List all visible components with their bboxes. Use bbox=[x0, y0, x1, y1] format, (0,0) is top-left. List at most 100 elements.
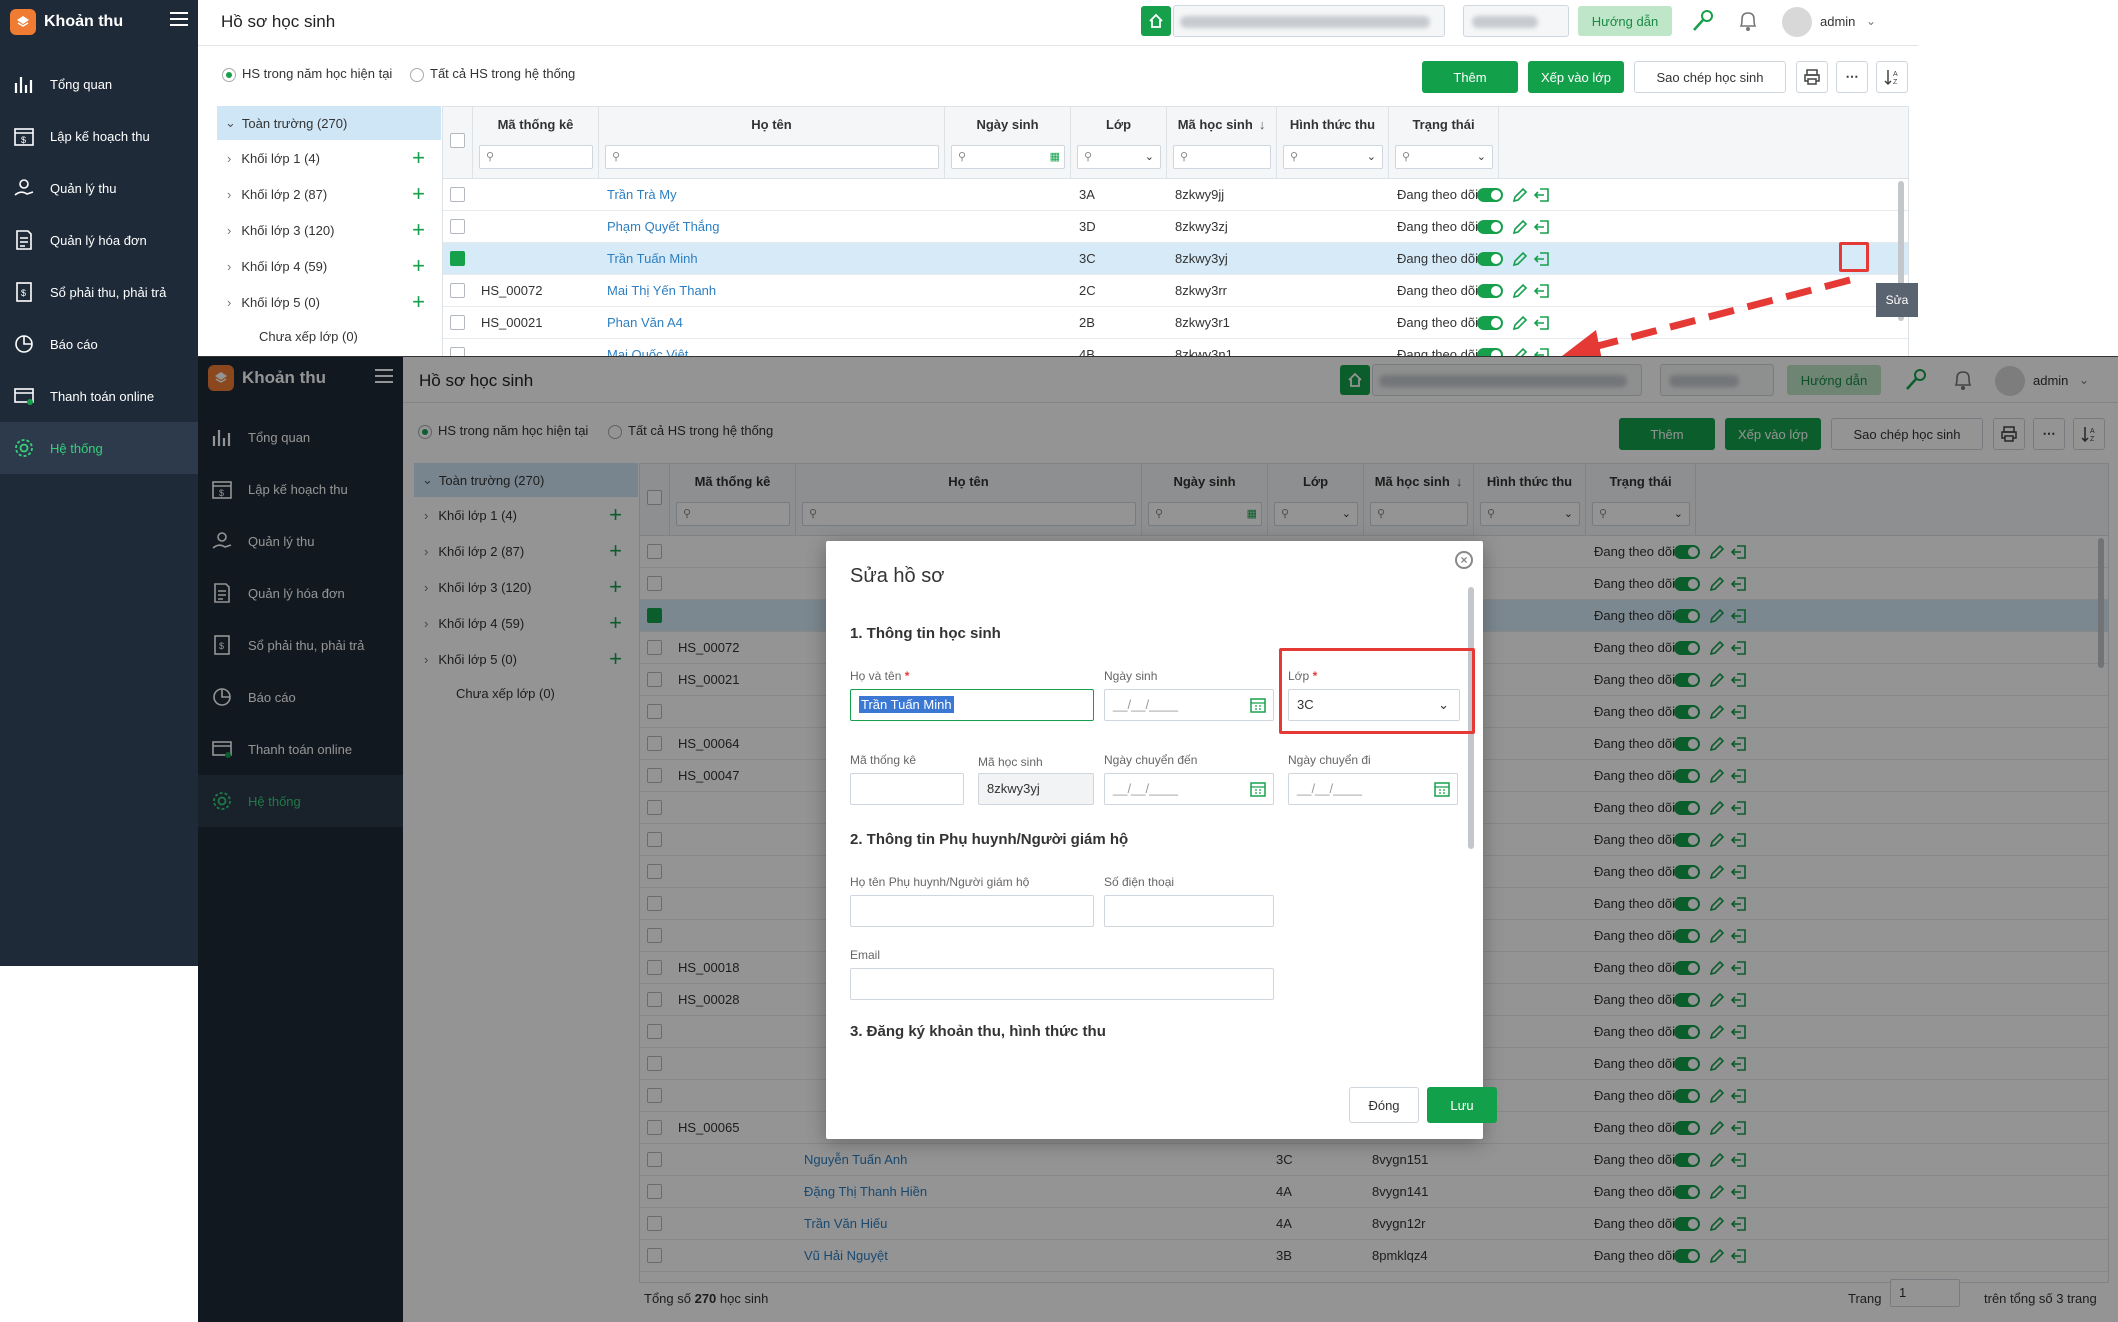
column-filter[interactable]: ⚲ ⌄ bbox=[1395, 145, 1493, 169]
tree-node[interactable]: › Khối lớp 5 (0) + bbox=[217, 284, 441, 320]
transfer-out-icon[interactable] bbox=[1533, 282, 1551, 300]
tree-unassigned[interactable]: Chưa xếp lớp (0) bbox=[217, 320, 441, 352]
full-name-input[interactable]: Trần Tuấn Minh bbox=[850, 689, 1094, 721]
edit-icon[interactable] bbox=[1511, 282, 1529, 300]
status-toggle[interactable] bbox=[1477, 316, 1503, 330]
add-icon[interactable]: + bbox=[412, 255, 425, 277]
bell-icon[interactable] bbox=[1736, 8, 1760, 34]
sort-down-icon[interactable]: ↓ bbox=[1259, 117, 1266, 132]
student-name-link[interactable]: Phạm Quyết Thắng bbox=[599, 211, 945, 243]
calendar-icon[interactable] bbox=[1250, 697, 1266, 713]
transfer-in-input[interactable]: __/__/____ bbox=[1104, 773, 1274, 805]
column-filter[interactable]: ⚲ ⌄ bbox=[1283, 145, 1383, 169]
tree-node[interactable]: › Khối lớp 4 (59) + bbox=[217, 248, 441, 284]
radio-all-students[interactable]: Tất cả HS trong hệ thống bbox=[410, 66, 575, 82]
edit-icon[interactable] bbox=[1511, 250, 1529, 268]
status-toggle[interactable] bbox=[1477, 188, 1503, 202]
phone-input[interactable] bbox=[1104, 895, 1274, 927]
radio-current-year[interactable]: HS trong năm học hiện tại bbox=[222, 66, 392, 82]
sidebar-item-ledger[interactable]: $ Sổ phải thu, phải trả bbox=[0, 266, 198, 318]
chevron-right-icon[interactable]: › bbox=[227, 187, 231, 202]
tree-root[interactable]: ⌄ Toàn trường (270) bbox=[217, 106, 441, 140]
chevron-down-icon[interactable]: ⌄ bbox=[1367, 146, 1376, 168]
add-icon[interactable]: + bbox=[412, 291, 425, 313]
save-button[interactable]: Lưu bbox=[1427, 1087, 1497, 1123]
tree-node[interactable]: › Khối lớp 3 (120) + bbox=[217, 212, 441, 248]
transfer-out-icon[interactable] bbox=[1533, 250, 1551, 268]
guide-button[interactable]: Hướng dẫn bbox=[1578, 6, 1672, 36]
row-checkbox[interactable] bbox=[450, 283, 465, 298]
more-icon[interactable]: ⋯ bbox=[1836, 61, 1868, 93]
parent-name-input[interactable] bbox=[850, 895, 1094, 927]
sidebar-item-pie-chart[interactable]: Báo cáo bbox=[0, 318, 198, 370]
school-selector[interactable] bbox=[1173, 5, 1445, 37]
email-input[interactable] bbox=[850, 968, 1274, 1000]
close-icon[interactable]: × bbox=[1455, 551, 1473, 569]
transfer-out-icon[interactable] bbox=[1533, 314, 1551, 332]
student-name-link[interactable]: Phan Văn A4 bbox=[599, 307, 945, 339]
student-name-link[interactable]: Trần Trà My bbox=[599, 179, 945, 211]
sidebar-item-chart-bars[interactable]: Tổng quan bbox=[0, 58, 198, 110]
table-row[interactable]: Phạm Quyết Thắng 3D 8zkwy3zj Đang theo dõi bbox=[443, 211, 1908, 243]
tree-node[interactable]: › Khối lớp 2 (87) + bbox=[217, 176, 441, 212]
sidebar-item-calendar-dollar[interactable]: $ Lập kế hoạch thu bbox=[0, 110, 198, 162]
student-name-link[interactable]: Mai Thị Yến Thanh bbox=[599, 275, 945, 307]
radio-on-icon bbox=[222, 67, 236, 82]
tools-icon[interactable] bbox=[1690, 8, 1716, 34]
column-filter[interactable]: ⚲ bbox=[1173, 145, 1271, 169]
edit-icon[interactable] bbox=[1511, 186, 1529, 204]
row-checkbox[interactable] bbox=[450, 187, 465, 202]
sidebar-item-gear[interactable]: Hệ thống bbox=[0, 422, 198, 474]
edit-icon[interactable] bbox=[1511, 218, 1529, 236]
add-icon[interactable]: + bbox=[412, 183, 425, 205]
column-filter[interactable]: ⚲ ▦ bbox=[951, 145, 1065, 169]
row-checkbox[interactable] bbox=[450, 251, 465, 266]
close-button[interactable]: Đóng bbox=[1349, 1087, 1419, 1123]
chevron-right-icon[interactable]: › bbox=[227, 151, 231, 166]
user-name[interactable]: admin bbox=[1820, 14, 1855, 29]
row-checkbox[interactable] bbox=[450, 219, 465, 234]
add-button[interactable]: Thêm bbox=[1422, 61, 1518, 93]
calendar-icon[interactable] bbox=[1250, 781, 1266, 797]
svg-text:$: $ bbox=[21, 288, 26, 298]
school-home-icon[interactable] bbox=[1141, 6, 1171, 36]
dob-input[interactable]: __/__/____ bbox=[1104, 689, 1274, 721]
status-toggle[interactable] bbox=[1477, 252, 1503, 266]
row-checkbox[interactable] bbox=[450, 315, 465, 330]
email-label: Email bbox=[850, 948, 881, 962]
chevron-down-icon[interactable]: ⌄ bbox=[1866, 14, 1876, 28]
sidebar-item-hand-coin[interactable]: Quản lý thu bbox=[0, 162, 198, 214]
chevron-right-icon[interactable]: › bbox=[227, 259, 231, 274]
column-filter[interactable]: ⚲ bbox=[479, 145, 593, 169]
status-toggle[interactable] bbox=[1477, 284, 1503, 298]
school-year-select[interactable] bbox=[1463, 5, 1569, 37]
status-toggle[interactable] bbox=[1477, 220, 1503, 234]
assign-class-button[interactable]: Xếp vào lớp bbox=[1528, 61, 1624, 93]
sidebar-item-invoice[interactable]: Quản lý hóa đơn bbox=[0, 214, 198, 266]
transfer-out-icon[interactable] bbox=[1533, 218, 1551, 236]
calendar-icon[interactable] bbox=[1434, 781, 1450, 797]
stat-code-input[interactable] bbox=[850, 773, 964, 805]
table-row[interactable]: Trần Trà My 3A 8zkwy9jj Đang theo dõi bbox=[443, 179, 1908, 211]
edit-icon[interactable] bbox=[1511, 314, 1529, 332]
student-name-link[interactable]: Trần Tuấn Minh bbox=[599, 243, 945, 275]
sidebar-item-online-payment[interactable]: Thanh toán online bbox=[0, 370, 198, 422]
chevron-down-icon[interactable]: ⌄ bbox=[1477, 146, 1486, 168]
hamburger-menu-icon[interactable] bbox=[170, 12, 188, 30]
add-icon[interactable]: + bbox=[412, 147, 425, 169]
chevron-down-icon[interactable]: ⌄ bbox=[1145, 146, 1154, 168]
chevron-right-icon[interactable]: › bbox=[227, 295, 231, 310]
transfer-out-icon[interactable] bbox=[1533, 186, 1551, 204]
calendar-icon[interactable]: ▦ bbox=[1050, 146, 1060, 168]
copy-students-button[interactable]: Sao chép học sinh bbox=[1634, 61, 1786, 93]
avatar[interactable] bbox=[1782, 7, 1812, 37]
sort-icon[interactable]: AZ bbox=[1876, 61, 1908, 93]
print-icon[interactable] bbox=[1796, 61, 1828, 93]
column-filter[interactable]: ⚲ ⌄ bbox=[1077, 145, 1161, 169]
column-filter[interactable]: ⚲ bbox=[605, 145, 939, 169]
add-icon[interactable]: + bbox=[412, 219, 425, 241]
select-all-checkbox[interactable] bbox=[450, 133, 465, 148]
transfer-out-input[interactable]: __/__/____ bbox=[1288, 773, 1458, 805]
tree-node[interactable]: › Khối lớp 1 (4) + bbox=[217, 140, 441, 176]
chevron-right-icon[interactable]: › bbox=[227, 223, 231, 238]
